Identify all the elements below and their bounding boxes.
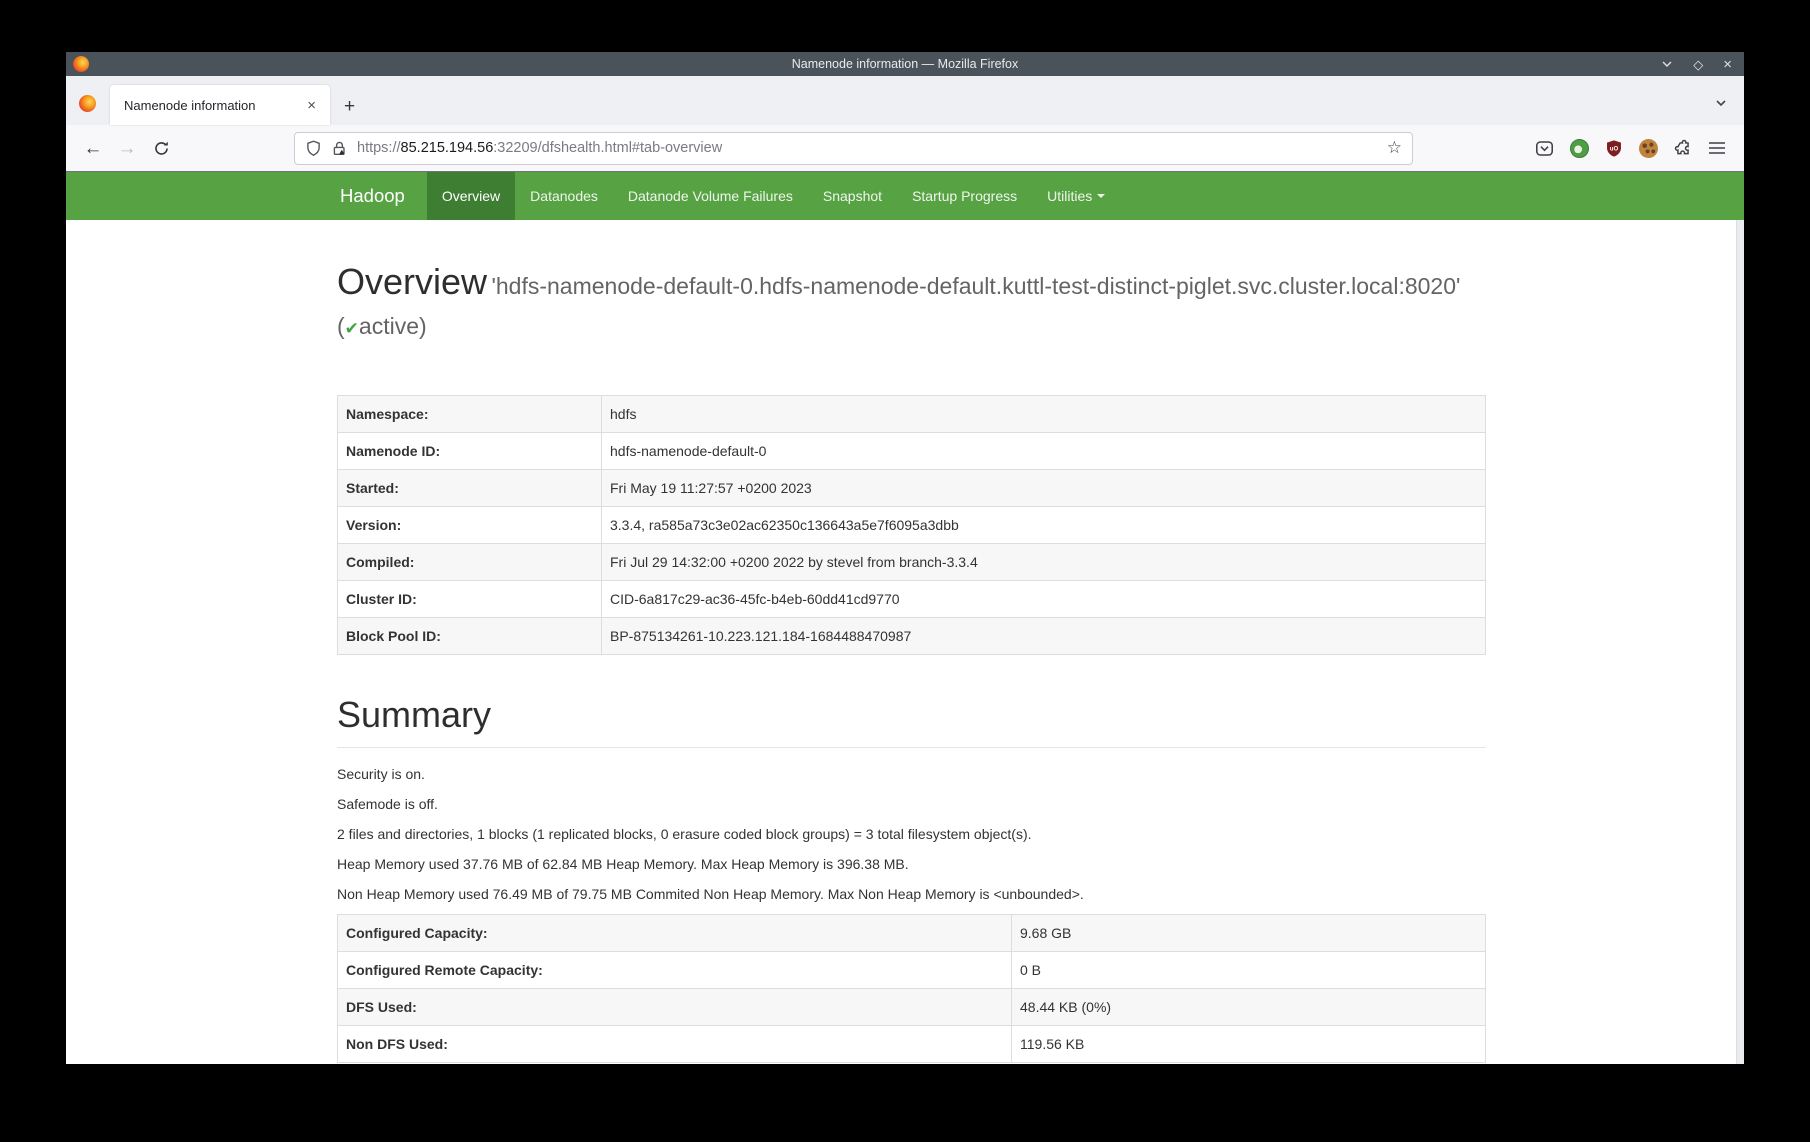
cookie-extension-icon[interactable] — [1639, 139, 1658, 158]
capacity-table: Configured Capacity: 9.68 GB Configured … — [337, 914, 1486, 1063]
page-viewport: Hadoop Overview Datanodes Datanode Volum… — [66, 172, 1744, 1064]
table-row: Started: Fri May 19 11:27:57 +0200 2023 — [338, 470, 1486, 507]
nav-tab-datanodes[interactable]: Datanodes — [515, 172, 613, 220]
divider — [337, 747, 1486, 748]
close-button[interactable]: × — [1723, 57, 1732, 72]
nav-tab-datanode-volume-failures[interactable]: Datanode Volume Failures — [613, 172, 808, 220]
svg-text:uO: uO — [1610, 146, 1619, 152]
minimize-button[interactable] — [1661, 58, 1673, 70]
extensions-puzzle-icon[interactable] — [1674, 139, 1692, 157]
table-row: Configured Capacity: 9.68 GB — [338, 915, 1486, 952]
list-all-tabs-chevron-icon[interactable] — [1714, 96, 1728, 110]
summary-line: 2 files and directories, 1 blocks (1 rep… — [337, 824, 1486, 844]
nav-tab-overview[interactable]: Overview — [427, 172, 515, 220]
status-badge: active — [359, 313, 419, 339]
page-scrollbar[interactable] — [1736, 220, 1744, 1064]
firefox-view-icon[interactable] — [79, 95, 96, 112]
firefox-logo-icon — [73, 56, 89, 72]
back-button[interactable]: ← — [76, 139, 110, 158]
summary-title: Summary — [337, 695, 1486, 735]
namenode-info-table: Namespace: hdfs Namenode ID: hdfs-nameno… — [337, 395, 1486, 655]
check-icon: ✔ — [345, 319, 359, 338]
table-row: DFS Used: 48.44 KB (0%) — [338, 989, 1486, 1026]
nav-tab-snapshot[interactable]: Snapshot — [808, 172, 897, 220]
url-bar[interactable]: https://85.215.194.56:32209/dfshealth.ht… — [294, 132, 1413, 165]
ublock-shield-icon[interactable]: uO — [1605, 139, 1623, 158]
tab-title: Namenode information — [124, 98, 301, 113]
hadoop-navbar: Hadoop Overview Datanodes Datanode Volum… — [66, 172, 1744, 220]
table-row: Configured Remote Capacity: 0 B — [338, 952, 1486, 989]
pocket-save-icon[interactable] — [1535, 139, 1554, 158]
table-row: Cluster ID: CID-6a817c29-ac36-45fc-b4eb-… — [338, 581, 1486, 618]
window-titlebar[interactable]: Namenode information — Mozilla Firefox ◇… — [66, 52, 1744, 76]
table-row: Non DFS Used: 119.56 KB — [338, 1026, 1486, 1063]
table-row: Namenode ID: hdfs-namenode-default-0 — [338, 433, 1486, 470]
summary-line: Safemode is off. — [337, 794, 1486, 814]
summary-line: Security is on. — [337, 764, 1486, 784]
summary-line: Heap Memory used 37.76 MB of 62.84 MB He… — [337, 854, 1486, 874]
tracking-shield-icon[interactable] — [305, 140, 322, 157]
summary-line: Non Heap Memory used 76.49 MB of 79.75 M… — [337, 884, 1486, 904]
bookmark-star-icon[interactable]: ☆ — [1387, 138, 1402, 158]
browser-tab[interactable]: Namenode information × — [110, 85, 330, 125]
table-row: Namespace: hdfs — [338, 396, 1486, 433]
table-row: Compiled: Fri Jul 29 14:32:00 +0200 2022… — [338, 544, 1486, 581]
window-title: Namenode information — Mozilla Firefox — [66, 57, 1744, 71]
table-row: Block Pool ID: BP-875134261-10.223.121.1… — [338, 618, 1486, 655]
forward-button: → — [110, 139, 144, 158]
reload-button[interactable] — [144, 140, 178, 157]
insecure-lock-icon[interactable] — [331, 140, 348, 157]
firefox-window: Namenode information — Mozilla Firefox ◇… — [66, 52, 1744, 1064]
namenode-address: 'hdfs-namenode-default-0.hdfs-namenode-d… — [337, 273, 1460, 339]
nav-tab-startup-progress[interactable]: Startup Progress — [897, 172, 1032, 220]
url-text: https://85.215.194.56:32209/dfshealth.ht… — [357, 140, 1378, 156]
chevron-down-icon — [1097, 194, 1105, 198]
tab-close-icon[interactable]: × — [301, 95, 322, 116]
page-content: Overview 'hdfs-namenode-default-0.hdfs-n… — [66, 220, 1744, 1064]
browser-toolbar: ← → https://85.215.194.56:32209/dfshealt… — [66, 125, 1744, 172]
table-row: Version: 3.3.4, ra585a73c3e02ac62350c136… — [338, 507, 1486, 544]
new-tab-button[interactable]: + — [344, 97, 355, 116]
tab-strip: Namenode information × + — [66, 76, 1744, 125]
page-title: Overview — [337, 261, 487, 302]
overview-header: Overview 'hdfs-namenode-default-0.hdfs-n… — [337, 262, 1486, 349]
green-extension-icon[interactable] — [1570, 139, 1589, 158]
maximize-button[interactable]: ◇ — [1693, 58, 1703, 71]
hadoop-brand[interactable]: Hadoop — [340, 172, 427, 220]
hamburger-menu-icon[interactable] — [1708, 141, 1726, 155]
summary-text: Security is on. Safemode is off. 2 files… — [337, 764, 1486, 904]
nav-dropdown-utilities[interactable]: Utilities — [1032, 172, 1120, 220]
